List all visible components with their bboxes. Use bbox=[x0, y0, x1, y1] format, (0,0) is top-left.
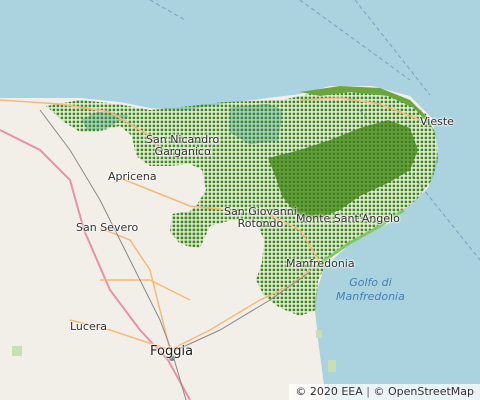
sea-label-golfo-di-manfredonia: Golfo di Manfredonia bbox=[336, 276, 405, 304]
attribution-osm[interactable]: © OpenStreetMap bbox=[373, 385, 474, 398]
attribution-eea[interactable]: © 2020 EEA bbox=[295, 385, 362, 398]
map-canvas[interactable] bbox=[0, 0, 480, 400]
place-label-san-nicandro-line2: Garganico bbox=[154, 145, 211, 158]
place-label-san-giovanni: San Giovanni Rotondo bbox=[224, 206, 297, 230]
attribution-separator: | bbox=[366, 385, 370, 398]
place-label-apricena: Apricena bbox=[108, 170, 157, 183]
motorway-a14 bbox=[0, 129, 191, 400]
map-attribution: © 2020 EEA | © OpenStreetMap bbox=[289, 384, 480, 400]
place-label-san-severo: San Severo bbox=[76, 221, 139, 234]
park-patch bbox=[328, 360, 336, 372]
place-label-manfredonia: Manfredonia bbox=[286, 257, 355, 270]
place-label-san-nicandro: San Nicandro Garganico bbox=[146, 134, 219, 158]
place-label-lucera: Lucera bbox=[70, 320, 107, 333]
sea-label-line2: Manfredonia bbox=[336, 290, 405, 303]
place-label-vieste: Vieste bbox=[420, 115, 454, 128]
park-patch bbox=[316, 330, 322, 338]
park-patch bbox=[12, 346, 22, 356]
sea-label-line1: Golfo di bbox=[349, 276, 392, 289]
place-label-foggia: Foggia bbox=[150, 344, 194, 359]
place-label-monte-sant-angelo: Monte Sant'Angelo bbox=[296, 212, 400, 225]
place-label-san-giovanni-line2: Rotondo bbox=[237, 217, 284, 230]
